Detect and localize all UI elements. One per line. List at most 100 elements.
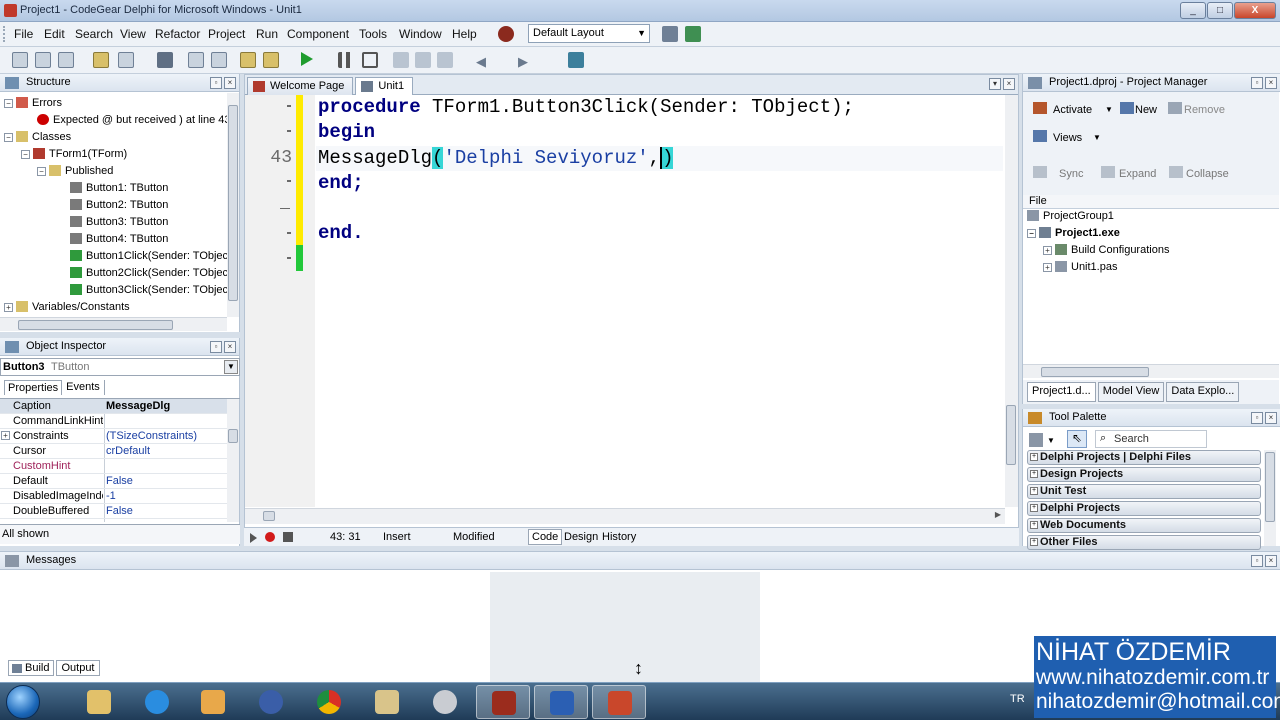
pin-button[interactable]: ▫ [1251, 555, 1263, 567]
chevron-down-icon[interactable]: ▼ [1047, 436, 1055, 445]
collapse-icon[interactable]: − [4, 133, 13, 142]
close-button[interactable]: X [1234, 2, 1276, 19]
expand-icon[interactable]: + [1, 431, 10, 440]
menu-window[interactable]: Window [399, 27, 442, 41]
expand-icon[interactable]: + [1043, 263, 1052, 272]
pm-column-header[interactable]: File [1023, 195, 1279, 209]
collapse-icon[interactable]: − [1027, 229, 1036, 238]
new-items-icon[interactable] [12, 52, 28, 68]
menu-search[interactable]: Search [75, 27, 113, 41]
close-panel-button[interactable]: × [1265, 77, 1277, 89]
add-file-icon[interactable] [188, 52, 204, 68]
close-tab-button[interactable]: × [1003, 78, 1015, 90]
collapse-icon[interactable]: − [21, 150, 30, 159]
stop-macro-icon[interactable] [283, 532, 293, 542]
palette-category[interactable]: + Design Projects [1027, 467, 1261, 482]
structure-vscroll[interactable] [227, 93, 239, 317]
tree-item-tform1[interactable]: − TForm1(TForm) [21, 146, 127, 162]
scroll-thumb[interactable] [228, 105, 238, 301]
toolbar-grip[interactable] [3, 26, 7, 42]
property-row[interactable]: DoubleBuffered False [0, 504, 228, 519]
tree-item-button1[interactable]: Button1: TButton [70, 180, 168, 196]
taskbar-chrome[interactable] [302, 685, 356, 719]
menu-view[interactable]: View [120, 27, 146, 41]
tab-history[interactable]: History [600, 530, 638, 544]
expand-icon[interactable]: + [1030, 504, 1038, 512]
property-row[interactable]: Default False [0, 474, 228, 489]
trace-into-icon[interactable] [393, 52, 409, 68]
property-row[interactable]: DisabledImageIndex-1 [0, 489, 228, 504]
taskbar-gauge[interactable] [418, 685, 472, 719]
scroll-right-icon[interactable]: ▶ [995, 510, 1001, 519]
delphi-helmet-icon[interactable] [498, 26, 514, 42]
tree-item-button4[interactable]: Button4: TButton [70, 231, 168, 247]
palette-category[interactable]: + Delphi Projects [1027, 501, 1261, 516]
open-icon[interactable] [35, 52, 51, 68]
taskbar-files[interactable] [360, 685, 414, 719]
sync-button[interactable]: Sync [1059, 168, 1083, 180]
pin-button[interactable]: ▫ [210, 341, 222, 353]
taskbar-powerpoint[interactable] [592, 685, 646, 719]
pin-button[interactable]: ▫ [210, 77, 222, 89]
run-to-cursor-icon[interactable] [437, 52, 453, 68]
palette-category[interactable]: + Unit Test [1027, 484, 1261, 499]
minimize-button[interactable]: _ [1180, 2, 1206, 19]
collapse-icon[interactable]: − [4, 99, 13, 108]
desktop-layout-select[interactable]: Default Layout ▼ [528, 24, 650, 43]
collapse-button[interactable]: Collapse [1186, 168, 1229, 180]
editor-vscroll[interactable] [1005, 95, 1018, 507]
tree-item-error-message[interactable]: Expected @ but received ) at line 43 ( [37, 112, 237, 128]
menu-file[interactable]: File [14, 27, 33, 41]
property-row[interactable]: Caption MessageDlg [0, 399, 228, 414]
run-icon[interactable] [301, 52, 313, 66]
close-panel-button[interactable]: × [224, 341, 236, 353]
code-line[interactable]: MessageDlg('Delphi Seviyoruz',) [318, 146, 674, 171]
tree-item-errors[interactable]: − Errors [4, 95, 62, 111]
tab-events[interactable]: Events [62, 380, 105, 395]
palette-category[interactable]: + Other Files [1027, 535, 1261, 550]
tree-item-project-exe[interactable]: − Project1.exe [1027, 225, 1120, 241]
menu-component[interactable]: Component [287, 27, 349, 41]
object-selector[interactable]: Button3 TButton ▼ [0, 358, 240, 376]
tree-item-variables[interactable]: + Variables/Constants [4, 299, 130, 315]
property-row[interactable]: Cursor crDefault [0, 444, 228, 459]
taskbar-word[interactable] [534, 685, 588, 719]
tab-data-explorer[interactable]: Data Explo... [1166, 382, 1240, 402]
editor-hscroll[interactable]: ▶ [245, 508, 1005, 524]
view-unit-icon[interactable] [240, 52, 256, 68]
close-panel-button[interactable]: × [1265, 412, 1277, 424]
tab-design[interactable]: Design [562, 530, 600, 544]
code-line[interactable]: begin [318, 120, 375, 145]
view-form-icon[interactable] [263, 52, 279, 68]
close-panel-button[interactable]: × [224, 77, 236, 89]
scroll-thumb[interactable] [228, 429, 238, 443]
tree-item-button1click[interactable]: Button1Click(Sender: TObject) [70, 248, 235, 264]
scroll-thumb[interactable] [18, 320, 173, 330]
palette-vscroll[interactable] [1264, 450, 1276, 546]
expand-icon[interactable]: + [1030, 453, 1038, 461]
expand-icon[interactable]: + [1043, 246, 1052, 255]
tree-item-button2click[interactable]: Button2Click(Sender: TObject) [70, 265, 235, 281]
menu-edit[interactable]: Edit [44, 27, 65, 41]
tree-item-button3[interactable]: Button3: TButton [70, 214, 168, 230]
expand-icon[interactable]: + [1030, 521, 1038, 529]
chevron-down-icon[interactable]: ▼ [224, 360, 238, 374]
activate-button[interactable]: Activate [1053, 104, 1092, 116]
scroll-thumb[interactable] [1006, 405, 1016, 465]
property-row[interactable]: + Constraints (TSizeConstraints) [0, 429, 228, 444]
open-file-icon[interactable] [118, 52, 134, 68]
menu-project[interactable]: Project [208, 27, 245, 41]
collapse-icon[interactable]: − [37, 167, 46, 176]
tree-item-unit1[interactable]: + Unit1.pas [1043, 259, 1117, 275]
tab-build[interactable]: Build [8, 660, 55, 676]
tab-model-view[interactable]: Model View [1097, 382, 1165, 402]
language-indicator[interactable]: TR [1010, 693, 1025, 705]
taskbar-ie[interactable] [130, 685, 184, 719]
remove-file-icon[interactable] [211, 52, 227, 68]
taskbar-explorer[interactable] [72, 685, 126, 719]
remove-button[interactable]: Remove [1184, 104, 1225, 116]
tab-welcome-page[interactable]: Welcome Page [247, 77, 354, 95]
scroll-thumb[interactable] [1265, 452, 1275, 522]
tab-properties[interactable]: Properties [4, 380, 63, 395]
new-button[interactable]: New [1135, 104, 1157, 116]
